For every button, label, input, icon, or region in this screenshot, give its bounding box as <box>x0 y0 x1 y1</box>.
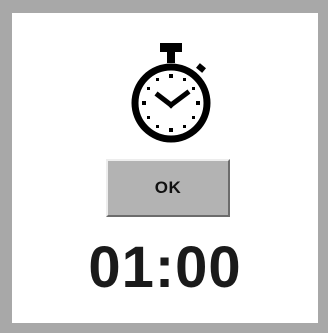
timer-dialog: OK 01:00 <box>12 13 318 323</box>
ok-button[interactable]: OK <box>106 159 230 217</box>
time-remaining-display: 01:00 <box>88 235 242 300</box>
stopwatch-icon <box>131 43 211 143</box>
window-frame: OK 01:00 <box>0 0 328 333</box>
ok-button-label: OK <box>154 178 182 197</box>
